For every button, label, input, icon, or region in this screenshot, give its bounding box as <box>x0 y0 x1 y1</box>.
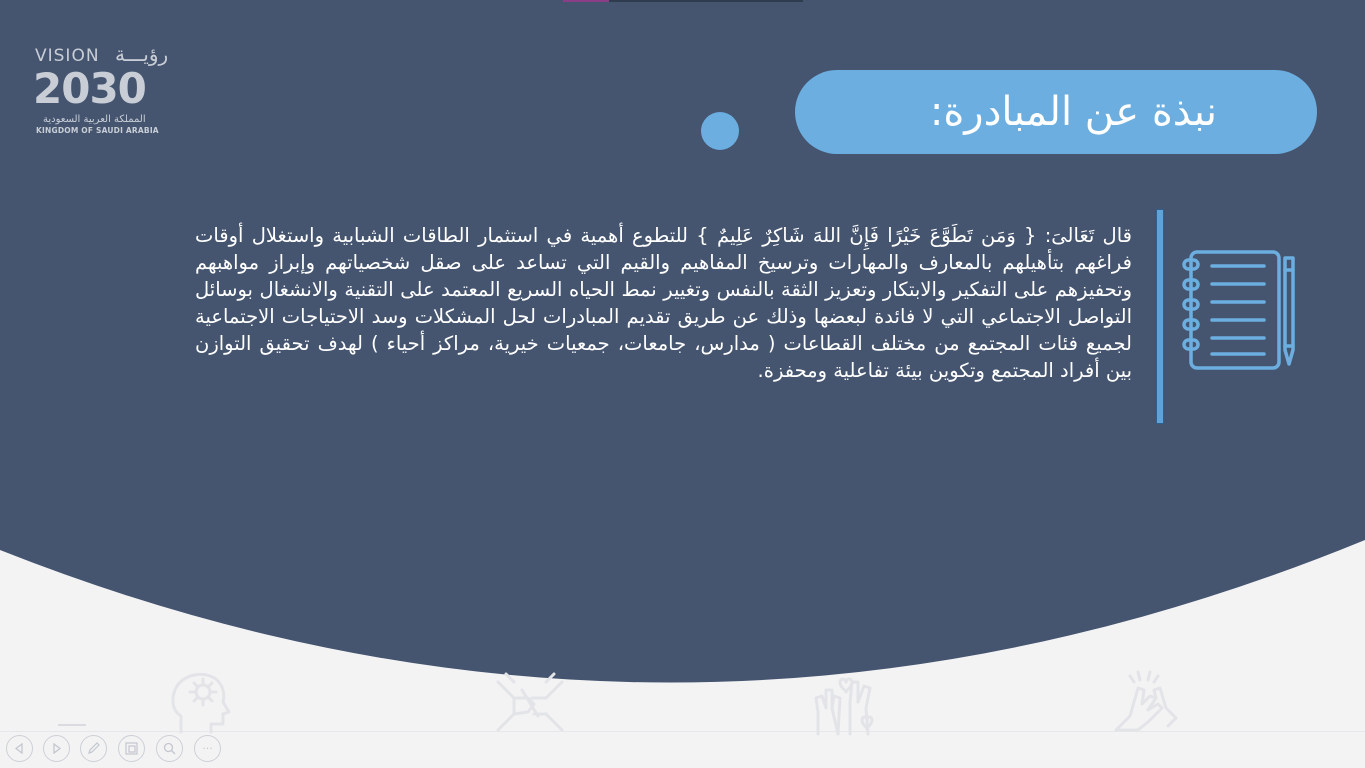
logo-kingdom-en: KINGDOM OF SAUDI ARABIA <box>36 126 159 135</box>
magnifier-icon <box>163 742 176 755</box>
initiative-description: قال تَعَالىَ: { وَمَن تَطَوَّعَ خَيْرًا … <box>195 224 1132 382</box>
pen-icon <box>88 742 100 754</box>
top-accent-bar-dark <box>609 0 803 2</box>
slide-sorter-button[interactable] <box>118 735 145 762</box>
logo-kingdom-ar: المملكة العربية السعودية <box>43 114 146 125</box>
logo-brand-ar: رؤيـــة <box>115 42 169 66</box>
more-options-button[interactable]: ··· <box>194 735 221 762</box>
notebook-icon <box>1182 250 1295 370</box>
more-options-label: ··· <box>202 742 213 755</box>
slide-title: نبذة عن المبادرة: <box>929 89 1217 135</box>
hands-heart-icon <box>814 677 874 736</box>
triangle-right-icon <box>53 743 62 754</box>
triangle-left-icon <box>14 743 23 754</box>
grid-icon <box>125 742 138 755</box>
hands-clap-icon <box>1114 670 1178 732</box>
decorative-dot <box>701 112 739 150</box>
logo-year: 2030 <box>33 64 147 113</box>
vertical-accent-bar <box>1156 209 1164 424</box>
slide: VISION رؤيـــة 2030 المملكة العربية السع… <box>0 0 1365 768</box>
top-accent-bar-purple <box>563 0 609 2</box>
zoom-button[interactable] <box>156 735 183 762</box>
pen-button[interactable] <box>80 735 107 762</box>
next-slide-button[interactable] <box>43 735 70 762</box>
title-pill: نبذة عن المبادرة: <box>795 70 1317 154</box>
vision-2030-logo: VISION رؤيـــة 2030 المملكة العربية السع… <box>33 42 173 138</box>
team-hands-icon <box>496 672 564 732</box>
head-gear-icon <box>171 672 231 734</box>
previous-slide-button[interactable] <box>6 735 33 762</box>
logo-vision-text: VISION <box>35 46 100 66</box>
footer-tab-mark <box>58 724 86 726</box>
